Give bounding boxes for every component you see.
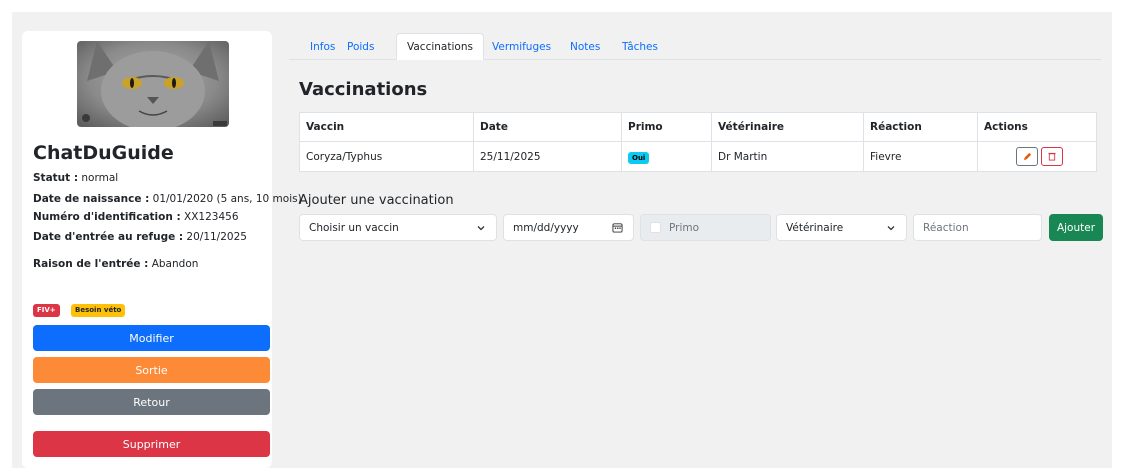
animal-photo — [77, 41, 229, 127]
add-vaccination-title: Ajouter une vaccination — [299, 193, 454, 208]
reaction-input[interactable]: Réaction — [913, 214, 1042, 241]
chevron-down-icon — [887, 226, 895, 231]
column-header: Primo — [621, 112, 712, 142]
date-input-placeholder: mm/dd/yyyy — [513, 221, 579, 234]
vaccinations-title: Vaccinations — [299, 79, 428, 100]
vaccin-cell: Coryza/Typhus — [299, 141, 474, 172]
veterinaire-select[interactable]: Vétérinaire — [776, 214, 907, 241]
edit-button[interactable] — [1016, 147, 1038, 166]
primo-badge: Oui — [628, 151, 650, 164]
column-header: Date — [473, 112, 622, 142]
table-row: Coryza/Typhus 25/11/2025 Oui Dr Martin F… — [299, 141, 1097, 172]
ajouter-button[interactable]: Ajouter — [1049, 214, 1103, 241]
identification-label: Numéro d'identification : — [33, 211, 181, 223]
reaction-cell: Fievre — [863, 141, 978, 172]
tab-vaccinations[interactable]: Vaccinations — [396, 33, 484, 60]
animal-name: ChatDuGuide — [33, 142, 174, 164]
status-line: Statut : normal — [33, 172, 118, 184]
entry-date-value: 20/11/2025 — [183, 231, 247, 243]
identification-line: Numéro d'identification : XX123456 — [33, 211, 239, 223]
trash-icon — [1048, 152, 1056, 161]
entry-date-line: Date d'entrée au refuge : 20/11/2025 — [33, 231, 247, 243]
birthdate-label: Date de naissance : — [33, 193, 150, 205]
column-header: Vaccin — [299, 112, 474, 142]
column-header: Vétérinaire — [711, 112, 864, 142]
app-container: ChatDuGuide Statut : normal Date de nais… — [12, 12, 1112, 468]
tab-infos[interactable]: Infos — [310, 33, 335, 60]
column-header: Actions — [977, 112, 1097, 142]
tab-taches[interactable]: Tâches — [622, 33, 658, 60]
status-value: normal — [78, 172, 119, 184]
actions-cell — [977, 141, 1097, 172]
sortie-button[interactable]: Sortie — [33, 357, 270, 383]
reaction-input-placeholder: Réaction — [923, 221, 969, 234]
animal-profile-card: ChatDuGuide Statut : normal Date de nais… — [22, 31, 302, 468]
modifier-button[interactable]: Modifier — [33, 325, 270, 351]
tab-poids[interactable]: Poids — [347, 33, 374, 60]
supprimer-button[interactable]: Supprimer — [33, 431, 270, 457]
entry-reason-line: Raison de l'entrée : Abandon — [33, 258, 198, 270]
entry-reason-label: Raison de l'entrée : — [33, 258, 149, 270]
birthdate-line: Date de naissance : 01/01/2020 (5 ans, 1… — [33, 193, 302, 205]
identification-value: XX123456 — [180, 211, 239, 223]
date-input[interactable]: mm/dd/yyyy — [503, 214, 634, 241]
entry-date-label: Date d'entrée au refuge : — [33, 231, 184, 243]
table-header-row: Vaccin Date Primo Vétérinaire Réaction A… — [299, 112, 1097, 142]
chevron-down-icon — [477, 226, 485, 231]
column-header: Réaction — [863, 112, 978, 142]
calendar-icon[interactable] — [612, 222, 623, 233]
veterinaire-cell: Dr Martin — [711, 141, 864, 172]
tab-bar: Infos Poids Vaccinations Vermifuges Note… — [289, 33, 1101, 60]
vaccinations-table: Vaccin Date Primo Vétérinaire Réaction A… — [299, 112, 1097, 172]
tab-notes[interactable]: Notes — [570, 33, 600, 60]
retour-button[interactable]: Retour — [33, 389, 270, 415]
primo-checkbox-field: Primo — [640, 214, 771, 241]
primo-cell: Oui — [621, 141, 712, 172]
delete-button[interactable] — [1041, 147, 1063, 166]
vet-needed-badge: Besoin véto — [71, 304, 126, 317]
entry-reason-value: Abandon — [148, 258, 199, 270]
pencil-icon — [1023, 152, 1031, 161]
birthdate-value: 01/01/2020 (5 ans, 10 mois) — [149, 193, 302, 205]
primo-checkbox[interactable] — [650, 222, 661, 233]
status-label: Statut : — [33, 172, 79, 184]
veterinaire-select-value: Vétérinaire — [786, 221, 844, 234]
vaccin-select-value: Choisir un vaccin — [309, 221, 399, 234]
primo-label: Primo — [669, 221, 700, 234]
fiv-badge: FIV+ — [33, 304, 60, 317]
vaccin-select[interactable]: Choisir un vaccin — [299, 214, 497, 241]
date-cell: 25/11/2025 — [473, 141, 622, 172]
tab-vermifuges[interactable]: Vermifuges — [492, 33, 551, 60]
